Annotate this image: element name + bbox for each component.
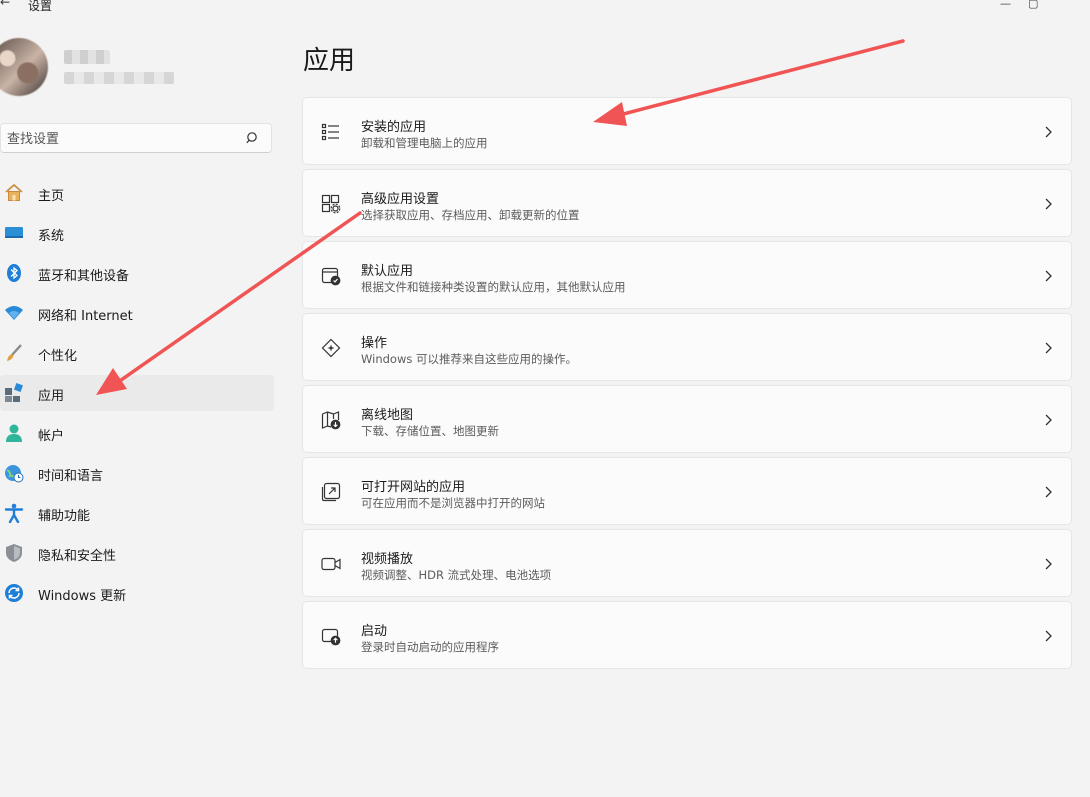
sidebar-item-system[interactable]: 系统 (0, 215, 274, 251)
video-icon (321, 557, 341, 571)
sidebar-item-label: 主页 (38, 189, 65, 204)
minimize-icon[interactable]: — (1000, 0, 1011, 10)
maximize-icon[interactable]: ▢ (1028, 0, 1038, 10)
sidebar-item-home[interactable]: 主页 (0, 175, 274, 211)
user-name-redacted (64, 50, 110, 64)
card-title: 安装的应用 (361, 120, 427, 135)
card-apps-for-websites[interactable]: 可打开网站的应用 可在应用而不是浏览器中打开的网站 (302, 457, 1072, 525)
shield-icon (6, 544, 22, 562)
sidebar-item-label: 时间和语言 (38, 469, 104, 484)
card-title: 离线地图 (361, 408, 414, 423)
brush-icon (7, 344, 22, 361)
card-installed-apps[interactable]: 安装的应用 卸载和管理电脑上的应用 (302, 97, 1072, 165)
card-description: 卸载和管理电脑上的应用 (361, 136, 488, 150)
card-title: 操作 (361, 336, 388, 351)
wifi-icon (5, 306, 23, 320)
chevron-right-icon (1045, 558, 1052, 570)
card-startup[interactable]: 启动 登录时自动启动的应用程序 (302, 601, 1072, 669)
accessibility-icon (4, 503, 24, 523)
sidebar-item-bluetooth[interactable]: 蓝牙和其他设备 (0, 255, 274, 291)
search-input[interactable] (5, 128, 239, 150)
sidebar-item-label: Windows 更新 (38, 589, 127, 604)
card-description: 登录时自动启动的应用程序 (361, 640, 499, 654)
sidebar-nav: 主页 系统 蓝牙和其他设备 网络和 Internet 个性化 应用 帐户 时间和… (0, 175, 274, 615)
chevron-right-icon (1045, 198, 1052, 210)
sidebar-item-network[interactable]: 网络和 Internet (0, 295, 274, 331)
card-advanced-app-settings[interactable]: 高级应用设置 选择获取应用、存档应用、卸载更新的位置 (302, 169, 1072, 237)
card-description: 选择获取应用、存档应用、卸载更新的位置 (361, 208, 580, 222)
sidebar-item-label: 系统 (38, 229, 65, 244)
sidebar-item-accessibility[interactable]: 辅助功能 (0, 495, 274, 531)
app-settings-icon (321, 194, 341, 214)
account-icon (6, 424, 22, 442)
card-description: 视频调整、HDR 流式处理、电池选项 (361, 568, 552, 582)
list-icon (321, 123, 339, 141)
card-title: 启动 (361, 624, 388, 639)
sidebar-item-label: 蓝牙和其他设备 (38, 269, 130, 284)
chevron-right-icon (1045, 342, 1052, 354)
card-title: 视频播放 (361, 552, 414, 567)
card-offline-maps[interactable]: 离线地图 下载、存储位置、地图更新 (302, 385, 1072, 453)
user-email-redacted (64, 72, 174, 84)
home-icon (5, 183, 23, 201)
chevron-right-icon (1045, 414, 1052, 426)
card-description: 根据文件和链接种类设置的默认应用，其他默认应用 (361, 280, 626, 294)
open-link-icon (321, 482, 341, 502)
chevron-right-icon (1045, 270, 1052, 282)
sidebar-item-accounts[interactable]: 帐户 (0, 415, 274, 451)
card-description: 下载、存储位置、地图更新 (361, 424, 499, 438)
bluetooth-icon (7, 264, 21, 282)
sync-icon (5, 584, 23, 602)
apps-icon (5, 383, 23, 402)
sidebar-item-label: 隐私和安全性 (38, 549, 117, 564)
user-profile[interactable] (0, 38, 290, 100)
sidebar-item-apps[interactable]: 应用 (0, 375, 274, 411)
avatar (0, 38, 48, 96)
page-title: 应用 (303, 46, 356, 76)
back-arrow-icon[interactable]: ← (0, 0, 10, 9)
sidebar-item-personalization[interactable]: 个性化 (0, 335, 274, 371)
settings-list: 安装的应用 卸载和管理电脑上的应用 高级应用设置 选择获取应用、存档应用、卸载更… (302, 97, 1072, 673)
sidebar-item-label: 个性化 (38, 349, 78, 364)
sidebar-item-label: 网络和 Internet (38, 309, 133, 324)
sidebar-item-label: 辅助功能 (38, 509, 91, 524)
card-title: 高级应用设置 (361, 192, 440, 207)
card-title: 可打开网站的应用 (361, 480, 466, 495)
chevron-right-icon (1045, 630, 1052, 642)
card-title: 默认应用 (361, 264, 414, 279)
actions-icon (321, 338, 341, 358)
startup-icon (321, 628, 341, 646)
card-video-playback[interactable]: 视频播放 视频调整、HDR 流式处理、电池选项 (302, 529, 1072, 597)
card-description: 可在应用而不是浏览器中打开的网站 (361, 496, 545, 510)
sidebar-item-windows-update[interactable]: Windows 更新 (0, 575, 274, 611)
globe-clock-icon (5, 465, 24, 483)
card-default-apps[interactable]: 默认应用 根据文件和链接种类设置的默认应用，其他默认应用 (302, 241, 1072, 309)
sidebar-item-privacy[interactable]: 隐私和安全性 (0, 535, 274, 571)
chevron-right-icon (1045, 126, 1052, 138)
search-icon[interactable] (245, 130, 261, 146)
offline-map-icon (321, 411, 341, 430)
sidebar-item-time-language[interactable]: 时间和语言 (0, 455, 274, 491)
default-app-icon (321, 267, 341, 286)
chevron-right-icon (1045, 486, 1052, 498)
search-box[interactable] (0, 123, 272, 153)
sidebar-item-label: 应用 (38, 389, 65, 404)
sidebar-item-label: 帐户 (38, 429, 65, 444)
window-title: 设置 (28, 0, 53, 13)
title-bar: ← 设置 — ▢ (0, 0, 1090, 14)
display-icon (5, 227, 23, 238)
card-actions[interactable]: 操作 Windows 可以推荐来自这些应用的操作。 (302, 313, 1072, 381)
card-description: Windows 可以推荐来自这些应用的操作。 (361, 352, 577, 366)
